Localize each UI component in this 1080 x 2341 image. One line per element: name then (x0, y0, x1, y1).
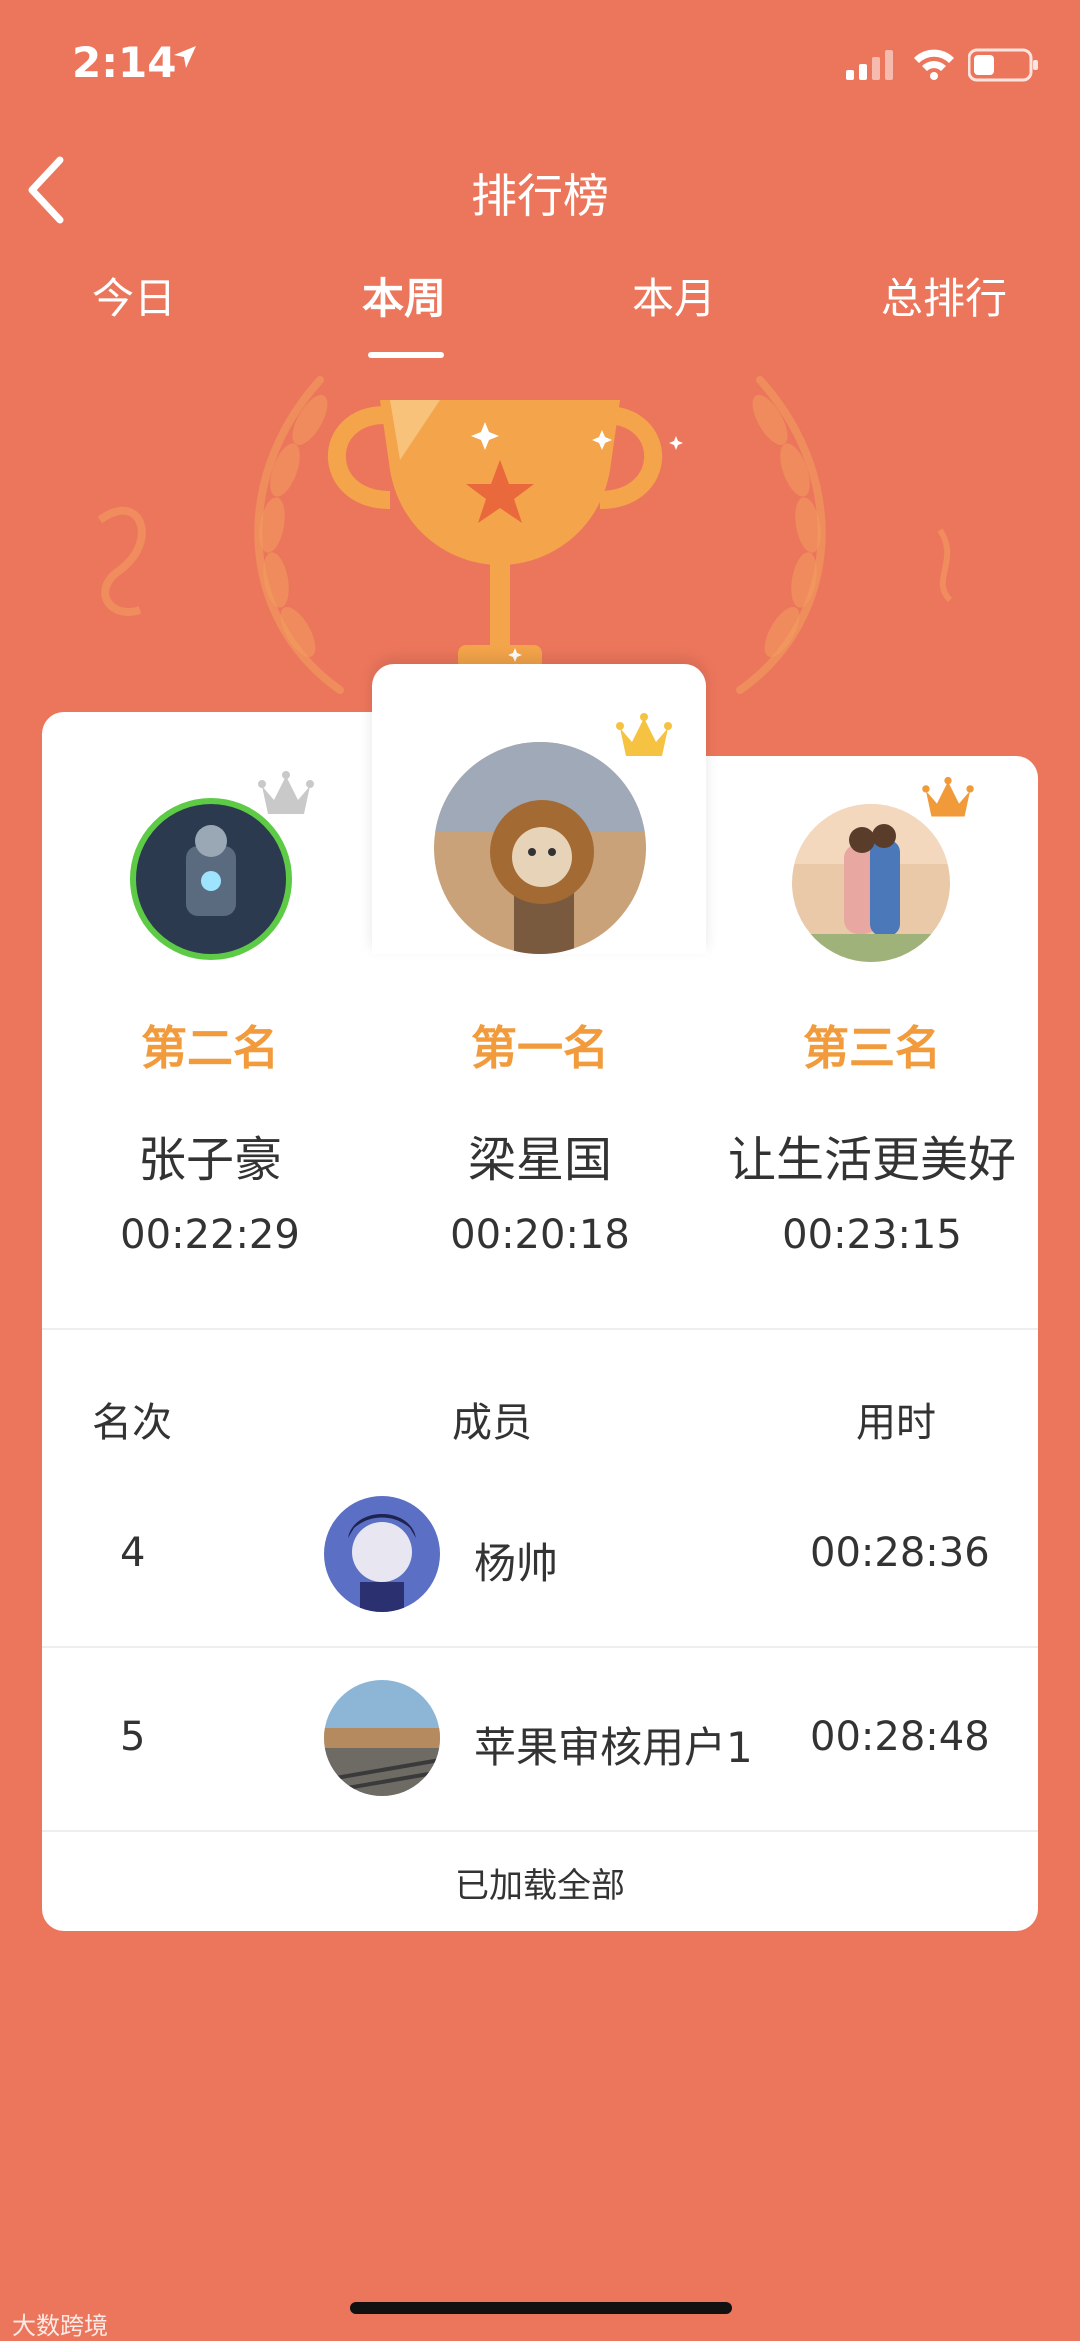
podium-time-first: 00:20:18 (450, 1212, 630, 1258)
row-rank: 4 (120, 1530, 146, 1576)
place-label-third: 第三名 (803, 1021, 941, 1075)
podium-time-second: 00:22:29 (120, 1212, 300, 1258)
active-tab-indicator (368, 352, 444, 358)
podium-name-third: 让生活更美好 (727, 1132, 1016, 1188)
row-time: 00:28:48 (810, 1714, 990, 1760)
section-divider (42, 1328, 1038, 1330)
location-arrow-icon (174, 46, 196, 68)
status-bar: 2:14 (0, 0, 1080, 130)
row-divider (42, 1830, 1038, 1832)
watermark: 大数跨境 (12, 2312, 108, 2340)
podium-name-first: 梁星国 (467, 1132, 612, 1188)
row-name: 杨帅 (474, 1539, 559, 1588)
column-header-rank: 名次 (92, 1400, 172, 1446)
avatar-first-place[interactable] (434, 742, 646, 954)
row-avatar[interactable] (324, 1680, 440, 1796)
status-time: 2:14 (72, 38, 177, 87)
column-header-time: 用时 (856, 1400, 936, 1446)
silver-crown-icon (258, 771, 314, 814)
avatar-third-place[interactable] (792, 804, 950, 962)
row-avatar[interactable] (324, 1496, 440, 1612)
place-label-first: 第一名 (471, 1021, 609, 1075)
gold-crown-icon (616, 713, 672, 756)
row-divider (42, 1646, 1038, 1648)
home-indicator[interactable] (350, 2302, 732, 2314)
tab-this-week[interactable]: 本周 (304, 265, 504, 326)
tab-this-month[interactable]: 本月 (574, 265, 774, 326)
row-rank: 5 (120, 1714, 146, 1760)
place-label-second: 第二名 (141, 1021, 279, 1075)
podium-time-third: 00:23:15 (782, 1212, 962, 1258)
row-time: 00:28:36 (810, 1530, 990, 1576)
column-header-member: 成员 (452, 1400, 532, 1446)
all-loaded-footer: 已加载全部 (455, 1866, 625, 1906)
cellular-signal-icon (846, 50, 893, 80)
tab-bar: 今日 本周 本月 总排行 (0, 265, 1080, 355)
row-name: 苹果审核用户1 (474, 1723, 753, 1772)
bronze-crown-icon (922, 776, 974, 817)
podium-name-second: 张子豪 (137, 1132, 282, 1188)
battery-icon (968, 48, 1038, 82)
wifi-icon (914, 49, 954, 80)
page-title: 排行榜 (471, 169, 609, 223)
tab-today[interactable]: 今日 (34, 265, 234, 326)
tab-all-time[interactable]: 总排行 (844, 265, 1044, 326)
avatar-second-place[interactable] (128, 796, 294, 962)
